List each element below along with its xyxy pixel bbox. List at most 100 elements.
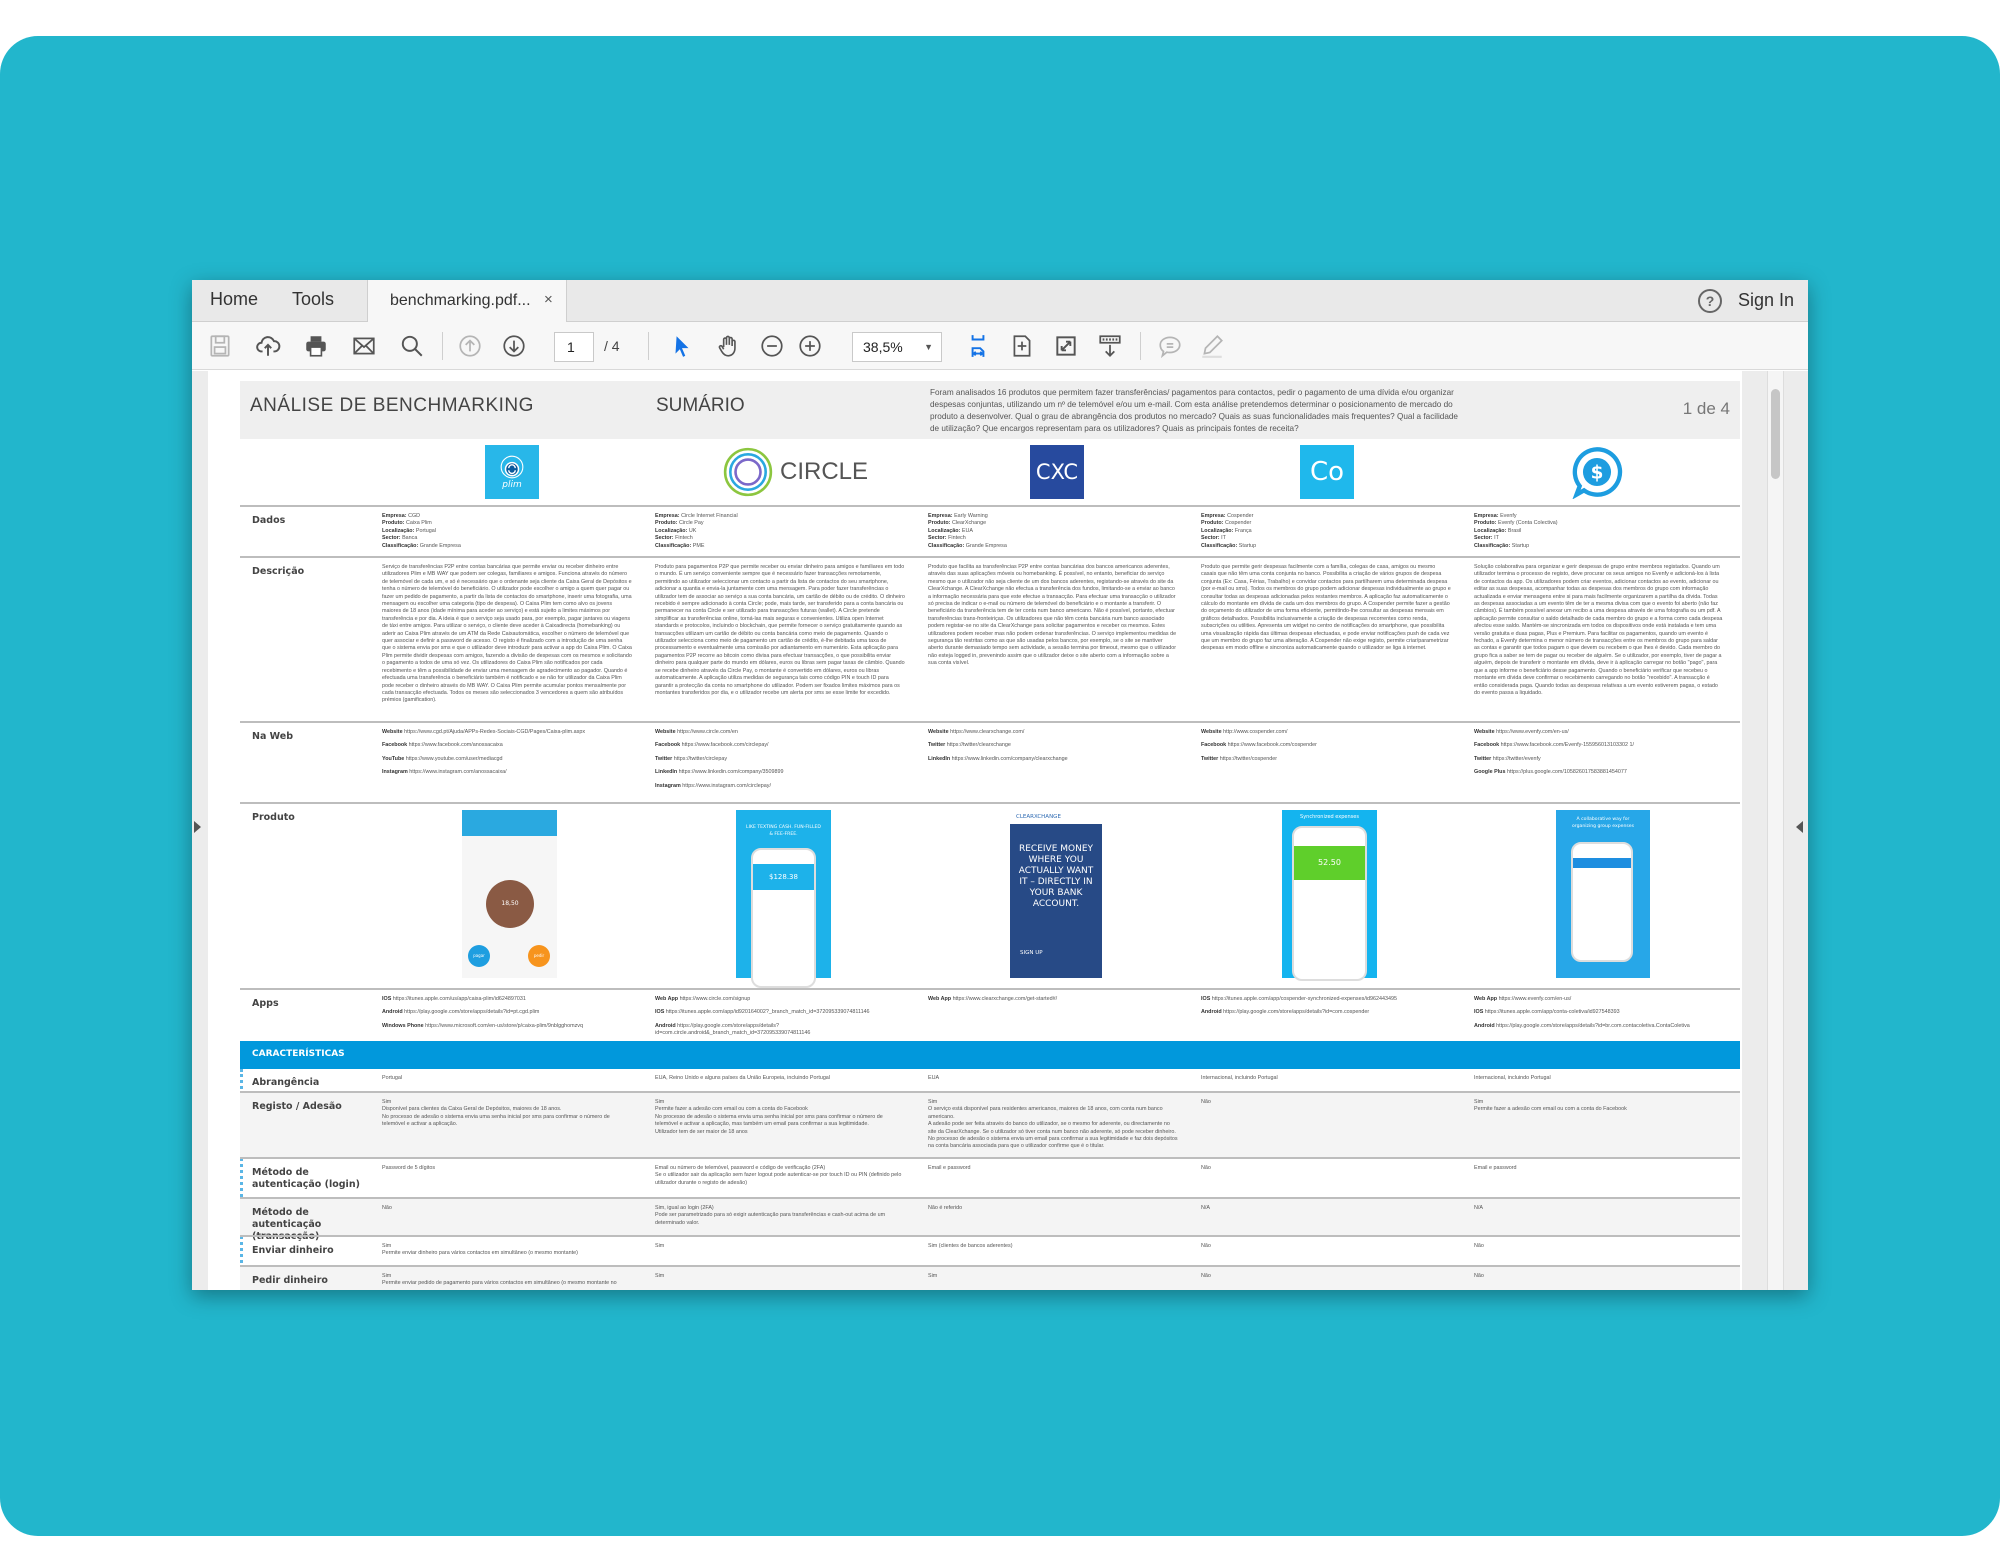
scrollbar-thumb[interactable] [1771,389,1780,479]
link-item[interactable]: Android https://play.google.com/store/ap… [655,1023,905,1038]
circle-tagline: LIKE TEXTING CASH. FUN-FILLED & FEE-FREE… [746,825,821,837]
link-item[interactable]: Android https://play.google.com/store/ap… [1474,1023,1724,1030]
link-item[interactable]: Facebook https://www.facebook.com/cospen… [1201,742,1451,749]
link-item[interactable]: LinkedIn https://www.linkedin.com/compan… [928,756,1178,763]
zoom-level-select[interactable]: 38,5% ▼ [852,332,942,362]
dados-cell: Empresa: CGD Produto: Caixa Plim Localiz… [382,513,461,549]
link-item[interactable]: Android https://play.google.com/store/ap… [1201,1009,1451,1016]
app-links-cell: Web App https://www.evenfy.com/en-us/IOS… [1474,996,1724,1036]
registo-cell: Sim O serviço está disponível para resid… [928,1099,1178,1150]
link-item[interactable]: LinkedIn https://www.linkedin.com/compan… [655,769,905,776]
nav-tools[interactable]: Tools [292,289,334,310]
close-tab-icon[interactable]: × [544,291,553,308]
evenfy-screenshot: A collaborative way for organizing group… [1556,810,1650,978]
clearxchange-screenshot: CLEARXCHANGE RECEIVE MONEY WHERE YOU ACT… [1010,810,1102,978]
registo-cell: Sim Permite fazer a adesão com email ou … [1474,1099,1627,1113]
auth-login-cell: Não [1201,1165,1211,1171]
select-arrow-icon[interactable] [666,330,698,362]
app-links-cell: Web App https://www.circle.com/signup IOS… [655,996,905,1044]
link-item[interactable]: Website https://www.clearxchange.com/ [928,729,1178,736]
link-item[interactable]: IOS https://itunes.apple.com/app/id92016… [655,1009,905,1016]
page-up-icon[interactable] [454,330,486,362]
link-item[interactable]: Website http://www.cospender.com/ [1201,729,1451,736]
web-links-cell: Website https://www.clearxchange.com/Twi… [928,729,1178,769]
toolbar-divider [648,332,649,360]
fit-page-icon[interactable] [1006,330,1038,362]
link-item[interactable]: Facebook https://www.facebook.com/anossa… [382,742,632,749]
scroll-mode-icon[interactable] [1094,330,1126,362]
link-item[interactable]: Android https://play.google.com/store/ap… [382,1009,632,1016]
left-panel-toggle-icon[interactable] [194,821,201,833]
page-number-input[interactable]: 1 [554,332,594,362]
nav-home[interactable]: Home [210,289,258,310]
row-label: Enviar dinheiro [252,1245,334,1256]
help-icon[interactable]: ? [1698,289,1722,313]
plim-app-header [462,810,557,836]
cospender-logo: Co [1300,445,1354,499]
row-na-web: Na Web Website https://www.cgd.pt/Ajuda/… [240,721,1740,801]
upload-cloud-icon[interactable] [252,330,284,362]
row-dados: Dados Empresa: CGD Produto: Caixa Plim L… [240,505,1740,555]
comment-icon[interactable] [1154,330,1186,362]
link-item[interactable]: IOS https://itunes.apple.com/app/conta-c… [1474,1009,1724,1016]
row-abrangencia: Abrangência Portugal EUA, Reino Unido e … [240,1069,1740,1091]
zoom-out-icon[interactable] [756,330,788,362]
fit-width-icon[interactable] [962,330,994,362]
enviar-cell: Não [1201,1243,1211,1249]
row-apps: Apps IOS https://itunes.apple.com/us/app… [240,988,1740,1043]
page-down-icon[interactable] [498,330,530,362]
link-item[interactable]: Twitter https://twitter/evenfy [1474,756,1724,763]
document-tab[interactable]: benchmarking.pdf... × [367,280,567,323]
link-item[interactable]: Website https://www.circle.com/en [655,729,905,736]
link-item[interactable]: Windows Phone https://www.microsoft.com/… [382,1023,632,1030]
link-item[interactable]: Twitter https://twitter/cospender [1201,756,1451,763]
pedir-cell: Não [1474,1273,1484,1279]
caracteristicas-section-header: CARACTERÍSTICAS [240,1041,1740,1069]
auth-login-cell: Email ou número de telemóvel, password e… [655,1165,902,1186]
link-item[interactable]: Website https://www.cgd.pt/Ajuda/APPs-Re… [382,729,632,736]
evenfy-tagline: A collaborative way for organizing group… [1571,817,1635,829]
link-item[interactable]: IOS https://itunes.apple.com/app/cospend… [1201,996,1451,1003]
link-item[interactable]: Facebook https://www.facebook.com/Evenfy… [1474,742,1724,749]
link-item[interactable]: Web App https://www.clearxchange.com/get… [928,996,1178,1003]
cospender-tagline: Synchronized expenses [1300,814,1359,820]
enviar-cell: Sim (clientes de bancos aderentes) [928,1243,1013,1249]
right-panel-toggle-icon[interactable] [1796,821,1803,833]
email-icon[interactable] [348,330,380,362]
circle-logo: CIRCLE [715,445,875,499]
link-item[interactable]: Website https://www.evenfy.com/en-us/ [1474,729,1724,736]
highlight-pen-icon[interactable] [1196,330,1228,362]
full-screen-icon[interactable] [1050,330,1082,362]
cospender-phone-mock: 52.50 [1292,826,1367,981]
sign-in-link[interactable]: Sign In [1738,290,1794,311]
dados-cell: Empresa: Circle Internet Financial Produ… [655,513,738,549]
link-item[interactable]: Web App https://www.circle.com/signup [655,996,905,1003]
vertical-scrollbar[interactable] [1767,371,1784,1290]
link-item[interactable]: YouTube https://www.youtube.com/user/med… [382,756,632,763]
row-auth-login: Método de autenticação (login) Password … [240,1157,1740,1197]
pedir-cell: Sim [928,1273,938,1279]
dados-cell: Empresa: Cospender Produto: Cospender Lo… [1201,513,1257,549]
link-item[interactable]: IOS https://itunes.apple.com/us/app/caix… [382,996,632,1003]
document-viewport: ANÁLISE DE BENCHMARKING SUMÁRIO Foram an… [192,371,1808,1290]
link-item[interactable]: Instagram https://www.instagram.com/circ… [655,783,905,790]
link-item[interactable]: Instagram https://www.instagram.com/anos… [382,769,632,776]
descricao-cell: Solução colaborativa para organizar e ge… [1474,564,1723,696]
app-links-cell: IOS https://itunes.apple.com/app/cospend… [1201,996,1451,1023]
search-icon[interactable] [396,330,428,362]
enviar-cell: Sim [655,1243,665,1249]
descricao-cell: Produto que facilita as transferências P… [928,564,1177,667]
save-icon[interactable] [204,330,236,362]
link-item[interactable]: Facebook https://www.facebook.com/circle… [655,742,905,749]
caixa-plim-logo: plim [485,445,539,499]
print-icon[interactable] [300,330,332,362]
link-item[interactable]: Google Plus https://plus.google.com/1058… [1474,769,1724,776]
caixa-plim-screenshot: 18,50 pagar pedir [462,810,557,978]
hand-icon[interactable] [712,330,744,362]
pedir-cell: Não [1201,1273,1211,1279]
link-item[interactable]: Twitter https://twitter/clearxchange [928,742,1178,749]
zoom-in-icon[interactable] [794,330,826,362]
link-item[interactable]: Web App https://www.evenfy.com/en-us/ [1474,996,1724,1003]
web-links-cell: Website https://www.circle.com/en Faceboo… [655,729,905,796]
link-item[interactable]: Twitter https://twitter/circlepay [655,756,905,763]
